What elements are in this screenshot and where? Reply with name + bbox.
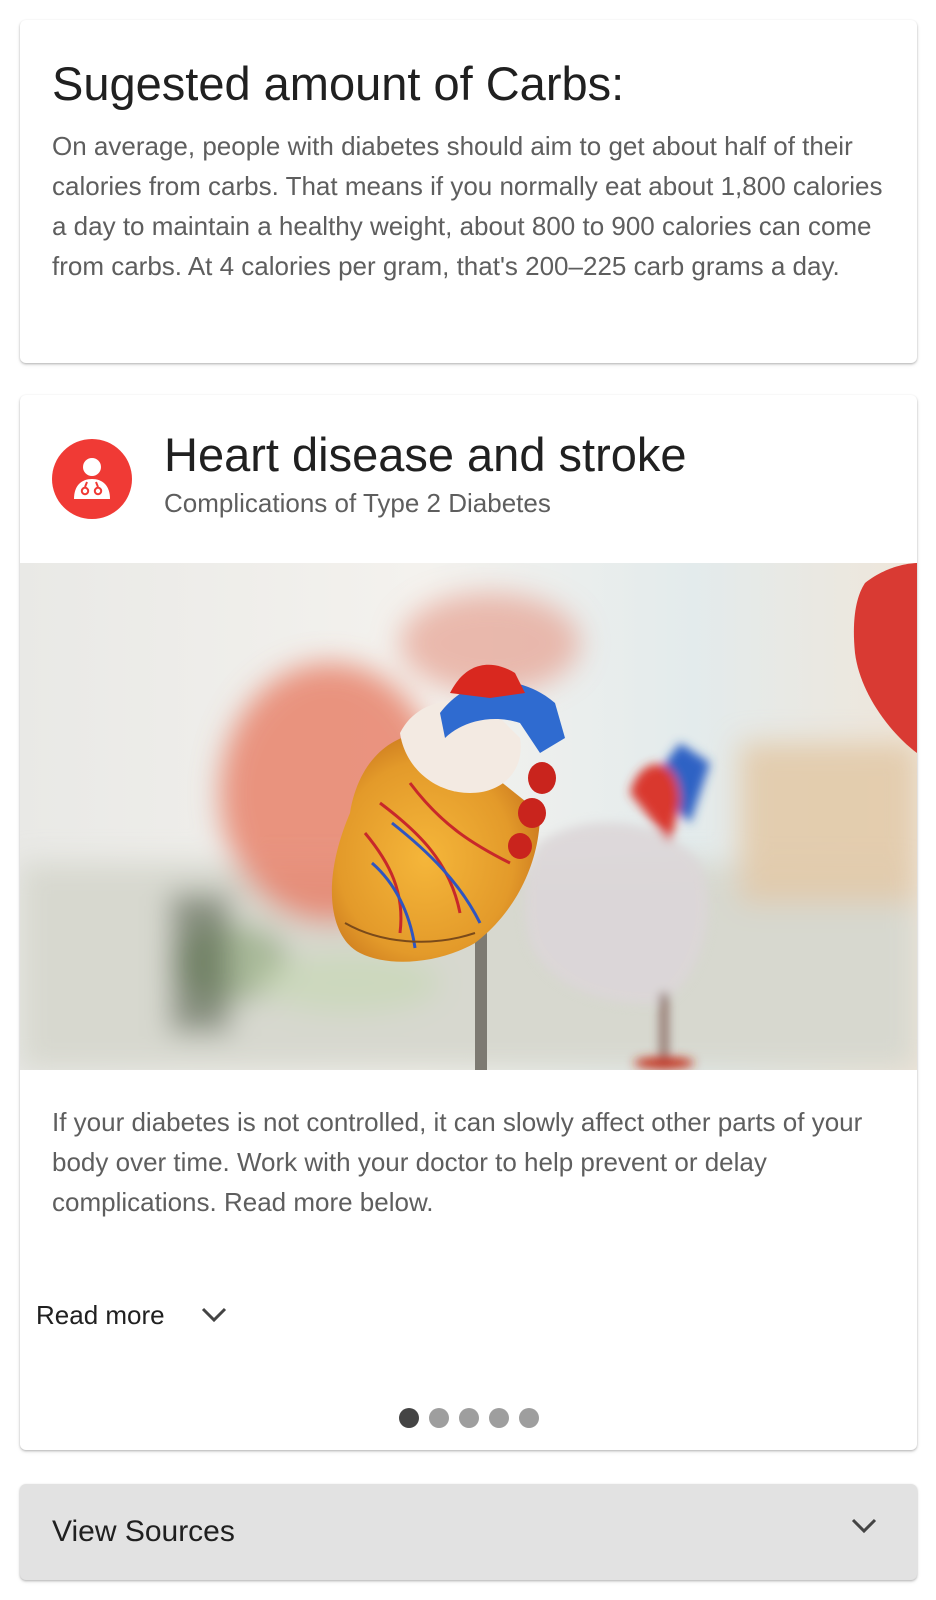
chevron-down-icon: [851, 1518, 877, 1534]
card-title: Heart disease and stroke: [164, 428, 687, 481]
doctor-icon: [74, 458, 110, 499]
chevron-down-icon: [201, 1307, 226, 1323]
carousel-dot[interactable]: [518, 1408, 539, 1428]
carbs-title: Sugested amount of Carbs:: [52, 57, 625, 110]
heart-model-image: [20, 563, 917, 1070]
heart-disease-card: Heart disease and stroke Complications o…: [20, 395, 917, 1450]
read-more-button[interactable]: Read more: [36, 1295, 227, 1335]
read-more-label: Read more: [36, 1299, 165, 1330]
view-sources-label: View Sources: [52, 1515, 235, 1548]
carbs-body-text: On average, people with diabetes should …: [52, 131, 883, 281]
card-body-text: If your diabetes is not controlled, it c…: [52, 1107, 863, 1217]
carousel-pagination: [20, 1408, 917, 1428]
carbs-card: Sugested amount of Carbs: On average, pe…: [20, 20, 917, 363]
carousel-dot[interactable]: [458, 1408, 479, 1428]
view-sources-panel[interactable]: View Sources: [20, 1484, 917, 1580]
carousel-dot[interactable]: [398, 1408, 419, 1428]
doctor-avatar: [52, 439, 132, 519]
carousel-dot[interactable]: [488, 1408, 509, 1428]
carousel-dot[interactable]: [428, 1408, 449, 1428]
card-subtitle: Complications of Type 2 Diabetes: [164, 488, 551, 518]
